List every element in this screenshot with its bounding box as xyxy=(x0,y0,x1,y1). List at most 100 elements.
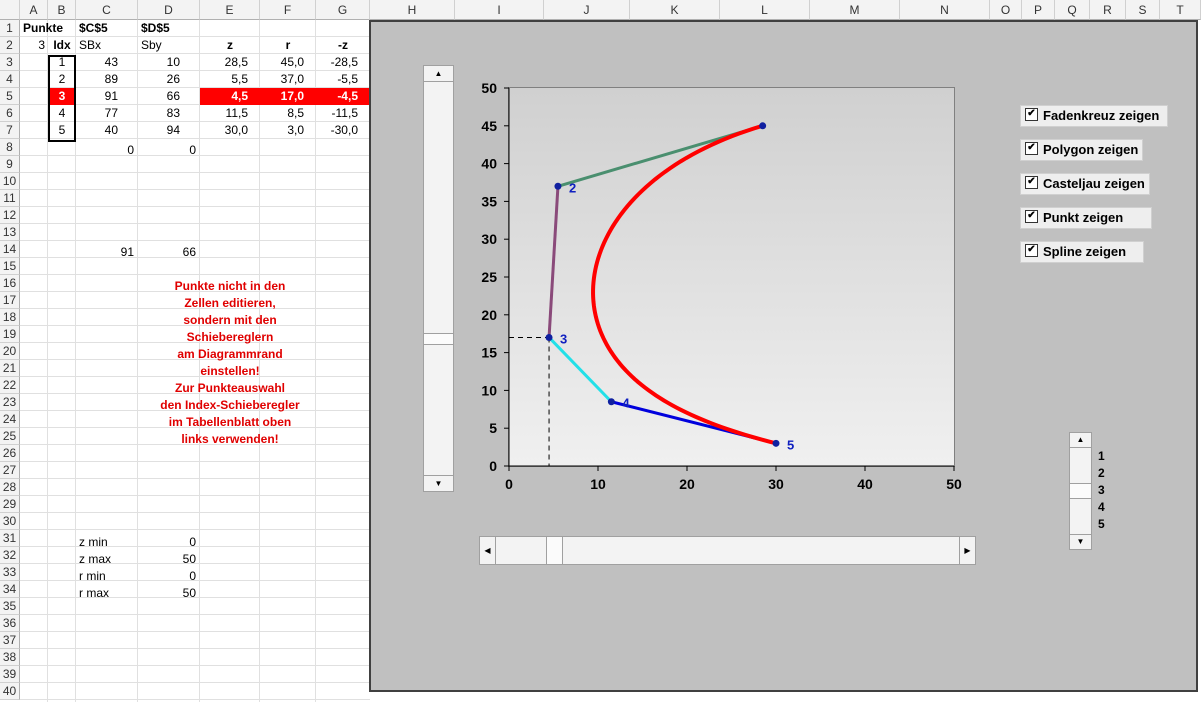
cell-e2[interactable]: z xyxy=(200,37,260,54)
table-cell-r[interactable]: 8,5 xyxy=(260,105,316,122)
row-header-9[interactable]: 9 xyxy=(0,156,20,173)
param-value[interactable]: 0 xyxy=(138,534,200,551)
cell-g2[interactable]: -z xyxy=(316,37,370,54)
row-header-6[interactable]: 6 xyxy=(0,105,20,122)
column-header-f[interactable]: F xyxy=(260,0,316,20)
table-cell-r[interactable]: 37,0 xyxy=(260,71,316,88)
column-header-s[interactable]: S xyxy=(1126,0,1160,20)
table-cell-sby[interactable]: 26 xyxy=(138,71,200,88)
row-header-5[interactable]: 5 xyxy=(0,88,20,105)
row-header-14[interactable]: 14 xyxy=(0,241,20,258)
table-cell-sbx[interactable]: 91 xyxy=(76,88,138,105)
r-scroll-thumb[interactable] xyxy=(423,333,454,346)
table-cell-z[interactable]: 30,0 xyxy=(200,122,260,139)
scroll-left-button[interactable]: ◀ xyxy=(479,536,496,565)
checkbox-spline-zeigen[interactable]: ✔ Spline zeigen xyxy=(1020,241,1144,263)
param-value[interactable]: 50 xyxy=(138,551,200,568)
row-header-29[interactable]: 29 xyxy=(0,496,20,513)
scroll-right-button[interactable]: ▶ xyxy=(959,536,976,565)
row-header-31[interactable]: 31 xyxy=(0,530,20,547)
param-value[interactable]: 0 xyxy=(138,568,200,585)
row-header-16[interactable]: 16 xyxy=(0,275,20,292)
table-cell-sbx[interactable]: 40 xyxy=(76,122,138,139)
index-list-item[interactable]: 4 xyxy=(1098,499,1128,516)
row-header-28[interactable]: 28 xyxy=(0,479,20,496)
cell-c1[interactable]: $C$5 xyxy=(76,20,136,37)
index-list-item[interactable]: 3 xyxy=(1098,482,1128,499)
z-scroll-thumb[interactable] xyxy=(546,536,564,565)
table-cell-z[interactable]: 11,5 xyxy=(200,105,260,122)
row-header-27[interactable]: 27 xyxy=(0,462,20,479)
column-header-q[interactable]: Q xyxy=(1055,0,1090,20)
param-label[interactable]: r max xyxy=(76,585,138,602)
row-header-26[interactable]: 26 xyxy=(0,445,20,462)
row-header-17[interactable]: 17 xyxy=(0,292,20,309)
row-header-20[interactable]: 20 xyxy=(0,343,20,360)
index-list-item[interactable]: 2 xyxy=(1098,465,1128,482)
checkbox-casteljau-zeigen[interactable]: ✔ Casteljau zeigen xyxy=(1020,173,1150,195)
row-header-40[interactable]: 40 xyxy=(0,683,20,700)
column-header-c[interactable]: C xyxy=(76,0,138,20)
table-cell-nz[interactable]: -28,5 xyxy=(316,54,370,71)
column-header-k[interactable]: K xyxy=(630,0,720,20)
param-label[interactable]: z min xyxy=(76,534,138,551)
cell-c8[interactable]: 0 xyxy=(76,142,138,159)
r-vertical-scrollbar[interactable] xyxy=(423,65,454,492)
row-header-8[interactable]: 8 xyxy=(0,139,20,156)
column-header-l[interactable]: L xyxy=(720,0,810,20)
row-header-21[interactable]: 21 xyxy=(0,360,20,377)
row-header-7[interactable]: 7 xyxy=(0,122,20,139)
row-header-38[interactable]: 38 xyxy=(0,649,20,666)
scroll-down-button[interactable]: ▼ xyxy=(423,475,454,492)
table-cell-sby[interactable]: 66 xyxy=(138,88,200,105)
index-list-item[interactable]: 1 xyxy=(1098,448,1128,465)
row-header-36[interactable]: 36 xyxy=(0,615,20,632)
row-header-19[interactable]: 19 xyxy=(0,326,20,343)
row-header-2[interactable]: 2 xyxy=(0,37,20,54)
column-header-m[interactable]: M xyxy=(810,0,900,20)
param-label[interactable]: r min xyxy=(76,568,138,585)
column-header-h[interactable]: H xyxy=(370,0,455,20)
param-value[interactable]: 50 xyxy=(138,585,200,602)
table-cell-sbx[interactable]: 89 xyxy=(76,71,138,88)
row-header-15[interactable]: 15 xyxy=(0,258,20,275)
row-header-34[interactable]: 34 xyxy=(0,581,20,598)
column-header-g[interactable]: G xyxy=(316,0,370,20)
table-cell-r[interactable]: 45,0 xyxy=(260,54,316,71)
index-scroll-down-button[interactable]: ▼ xyxy=(1069,534,1092,550)
column-header-j[interactable]: J xyxy=(544,0,630,20)
cell-c14[interactable]: 91 xyxy=(76,244,138,261)
row-header-13[interactable]: 13 xyxy=(0,224,20,241)
table-cell-z[interactable]: 28,5 xyxy=(200,54,260,71)
checkbox-fadenkreuz-zeigen[interactable]: ✔ Fadenkreuz zeigen xyxy=(1020,105,1168,127)
table-cell-z[interactable]: 4,5 xyxy=(200,88,260,105)
row-header-24[interactable]: 24 xyxy=(0,411,20,428)
column-header-t[interactable]: T xyxy=(1160,0,1201,20)
column-header-i[interactable]: I xyxy=(455,0,544,20)
cell-d1[interactable]: $D$5 xyxy=(138,20,198,37)
cell-c2[interactable]: SBx xyxy=(76,37,138,54)
row-header-10[interactable]: 10 xyxy=(0,173,20,190)
row-header-3[interactable]: 3 xyxy=(0,54,20,71)
table-cell-z[interactable]: 5,5 xyxy=(200,71,260,88)
row-header-37[interactable]: 37 xyxy=(0,632,20,649)
scroll-up-button[interactable]: ▲ xyxy=(423,65,454,82)
column-header-b[interactable]: B xyxy=(48,0,76,20)
table-cell-sby[interactable]: 94 xyxy=(138,122,200,139)
checkbox-punkt-zeigen[interactable]: ✔ Punkt zeigen xyxy=(1020,207,1152,229)
cell-b2[interactable]: Idx xyxy=(48,37,76,54)
row-header-12[interactable]: 12 xyxy=(0,207,20,224)
table-cell-r[interactable]: 3,0 xyxy=(260,122,316,139)
row-header-4[interactable]: 4 xyxy=(0,71,20,88)
cell-a2[interactable]: 3 xyxy=(20,37,49,54)
table-cell-nz[interactable]: -4,5 xyxy=(316,88,370,105)
column-header-a[interactable]: A xyxy=(20,0,48,20)
column-header-e[interactable]: E xyxy=(200,0,260,20)
table-cell-nz[interactable]: -11,5 xyxy=(316,105,370,122)
row-header-18[interactable]: 18 xyxy=(0,309,20,326)
row-header-39[interactable]: 39 xyxy=(0,666,20,683)
table-cell-nz[interactable]: -30,0 xyxy=(316,122,370,139)
column-header-n[interactable]: N xyxy=(900,0,990,20)
row-header-25[interactable]: 25 xyxy=(0,428,20,445)
cell-b1[interactable]: Punkte xyxy=(20,20,80,37)
